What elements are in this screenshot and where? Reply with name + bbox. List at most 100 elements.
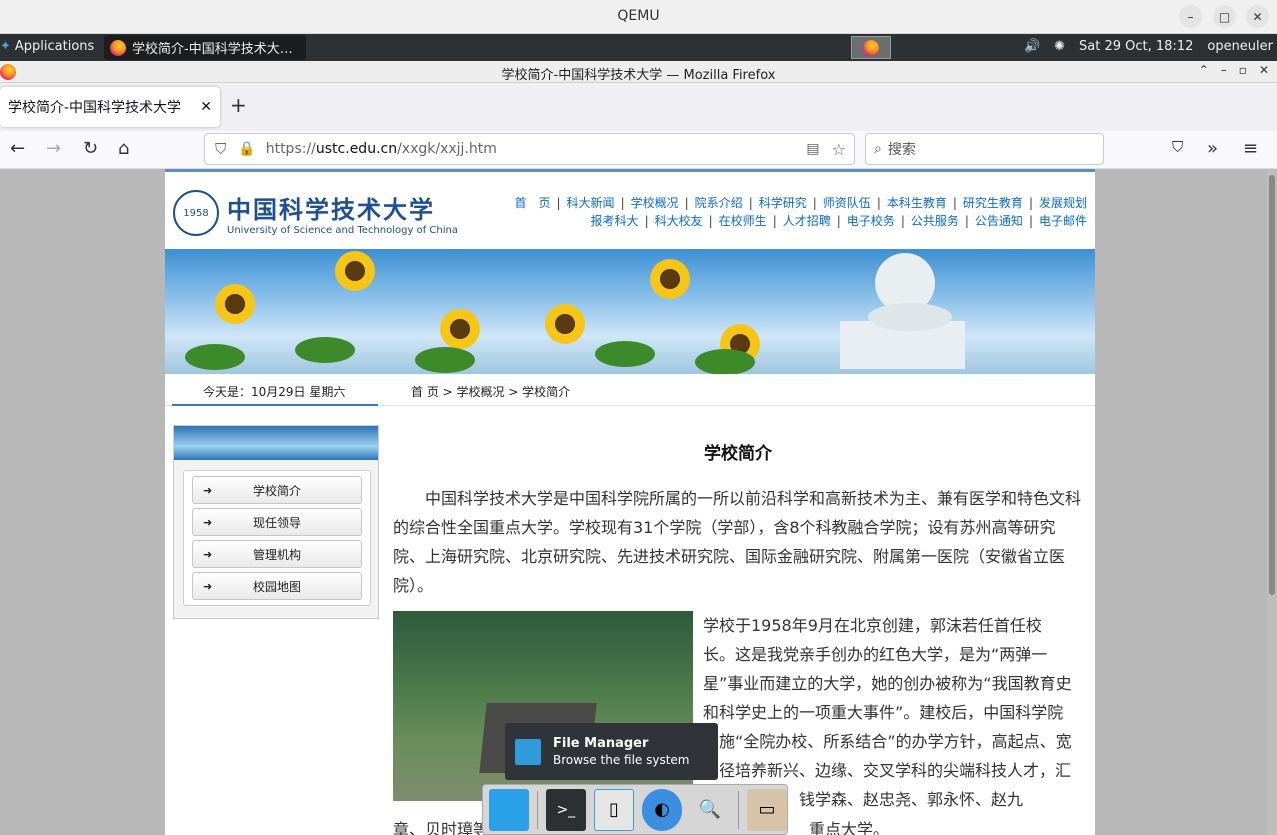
tab-active[interactable]: 学校简介-中国科学技术大学 ✕ [0,87,220,127]
applications-menu[interactable]: ✦ Applications ⋮ [0,39,111,54]
system-tray: 🔊 ✺ Sat 29 Oct, 18:12 openeuler [1024,39,1273,54]
dock-tooltip: File Manager Browse the file system [505,723,718,780]
statue-sculpture [840,253,965,369]
menu-link[interactable]: 公共服务 [911,214,959,228]
sidebar-item-map[interactable]: ➜ 校园地图 [192,572,362,600]
bookmark-star-icon[interactable]: ☆ [832,140,846,159]
menu-link[interactable]: 电子邮件 [1039,214,1087,228]
qemu-title: QEMU [617,8,660,24]
menu-link[interactable]: 公告通知 [975,214,1023,228]
sidebar-menu: ➜ 学校简介 ➜ 现任领导 ➜ 管理机构 ➜ 校园地图 [183,470,371,606]
menu-link[interactable]: 科大校友 [655,214,703,228]
file-manager-dock-icon[interactable]: ▯ [593,788,635,831]
clock[interactable]: Sat 29 Oct, 18:12 [1079,39,1193,54]
sidebar-item-intro[interactable]: ➜ 学校简介 [192,476,362,504]
menu-row-1: 首 页 | 科大新闻 | 学校概况 | 院系介绍 | 科学研究 | 师资队伍 | 本科生教育 | 研究生教育… [514,196,1087,210]
desktop-icon[interactable] [489,788,529,831]
firefox-titlebar: 学校简介-中国科学技术大学 — Mozilla Firefox ⌃ – ▫ ✕ [0,61,1277,83]
desktop-panel: ✦ Applications ⋮ 学校简介-中国科学技术大… 🔊 ✺ Sat 2… [0,34,1277,61]
navigation-bar: ← → ↻ ⌂ ⛉ 🔒 https://ustc.edu.cn/xxgk/xxj… [0,131,1277,169]
forward-button[interactable]: → [46,138,61,159]
reader-view-icon[interactable]: ▤ [806,141,819,157]
volume-icon[interactable]: 🔊 [1024,39,1040,54]
intro-paragraph: 中国科学技术大学是中国科学院所属的一所以前沿科学和高新技术为主、兼有医学和特色文… [393,489,1082,595]
menu-link[interactable]: 本科生教育 [887,196,947,210]
top-menu: 首 页 | 科大新闻 | 学校概况 | 院系介绍 | 科学研究 | 师资队伍 | 本科生教育 | 研究生教育… [514,194,1087,230]
overflow-chevron-icon[interactable]: » [1207,138,1218,159]
menu-link[interactable]: 师资队伍 [823,196,871,210]
search-placeholder: 搜索 [887,142,916,158]
breadcrumb[interactable]: 首 页 > 学校概况 > 学校简介 [411,383,570,400]
search-icon: ⌕ [874,141,882,157]
back-button[interactable]: ← [10,138,25,159]
tooltip-subtitle: Browse the file system [553,753,690,767]
menu-link[interactable]: 电子校务 [847,214,895,228]
file-manager-icon [515,738,541,765]
app-finder-icon[interactable]: 🔍 [690,788,731,831]
task-title: 学校简介-中国科学技术大… [132,42,293,57]
menu-link[interactable]: 研究生教育 [963,196,1023,210]
pocket-icon[interactable]: ⛉ [1172,138,1183,156]
terminal-icon[interactable]: >_ [545,788,586,831]
site-header: 1958 中国科学技术大学 University of Science and … [165,169,1095,247]
banner-image [165,249,1095,375]
workspace-switcher[interactable] [851,36,891,59]
menu-link[interactable]: 科学研究 [759,196,807,210]
maximize-icon[interactable]: ▫ [1239,63,1247,77]
tooltip-title: File Manager [553,736,649,751]
tab-close-icon[interactable]: ✕ [200,99,212,115]
network-icon[interactable]: ✺ [1054,39,1065,54]
user-name[interactable]: openeuler [1207,39,1273,54]
menu-link[interactable]: 在校师生 [719,214,767,228]
menu-link[interactable]: 报考科大 [591,214,639,228]
menu-link[interactable]: 科大新闻 [567,196,615,210]
minimize-button[interactable]: – [1179,5,1202,28]
minimize-icon[interactable]: – [1221,63,1227,77]
menu-link[interactable]: 首 页 [514,196,550,210]
maximize-button[interactable]: □ [1213,5,1236,28]
firefox-icon [863,39,879,56]
menu-icon[interactable]: ≡ [1243,138,1258,159]
reload-button[interactable]: ↻ [83,138,98,159]
url-path: /xxgk/xxjj.htm [397,141,497,157]
menu-link[interactable]: 人才招聘 [783,214,831,228]
university-seal-icon: 1958 [173,190,219,236]
xfce-icon: ✦ [0,39,11,54]
search-box[interactable]: ⌕ 搜索 [865,133,1104,165]
url-prefix: https:// [265,141,316,157]
new-tab-button[interactable]: + [230,93,247,117]
page-title: 学校简介 [704,444,772,464]
applications-label: Applications [14,39,95,54]
sidebar-item-leaders[interactable]: ➜ 现任领导 [192,508,362,536]
url-host: ustc.edu.cn [315,141,398,157]
qemu-titlebar: QEMU – □ ✕ [0,0,1277,34]
info-bar: 今天是：10月29日 星期六 首 页 > 学校概况 > 学校简介 [165,374,1095,406]
tab-bar: 学校简介-中国科学技术大学 ✕ + [0,83,1277,131]
main-content: 学校简介 中国科学技术大学是中国科学院所属的一所以前沿科学和高新技术为主、兼有医… [393,425,1083,835]
dock: >_ ▯ ◐ 🔍 ▭ [482,784,788,835]
close-icon[interactable]: ✕ [1259,63,1269,77]
today-date: 今天是：10月29日 星期六 [203,385,346,399]
firefox-icon [110,39,126,56]
home-button[interactable]: ⌂ [118,138,129,159]
sidebar-header [174,426,378,460]
page-scrollbar[interactable] [1267,169,1277,835]
shield-icon[interactable]: ⛉ [215,140,226,158]
folder-icon[interactable]: ▭ [747,788,787,831]
window-title: 学校简介-中国科学技术大学 — Mozilla Firefox [501,68,776,83]
taskbar-firefox[interactable]: 学校简介-中国科学技术大… [104,35,306,60]
lock-icon[interactable]: 🔒 [238,141,255,157]
menu-link[interactable]: 院系介绍 [695,196,743,210]
logo-chinese-name: 中国科学技术大学 [227,195,435,224]
sidebar-item-admin[interactable]: ➜ 管理机构 [192,540,362,568]
menu-link[interactable]: 学校概况 [631,196,679,210]
site-logo[interactable]: 1958 中国科学技术大学 University of Science and … [173,190,458,236]
tab-title: 学校简介-中国科学技术大学 [8,100,182,116]
web-browser-icon[interactable]: ◐ [642,788,683,831]
sidebar: ➜ 学校简介 ➜ 现任领导 ➜ 管理机构 ➜ 校园地图 [173,425,379,619]
menu-link[interactable]: 发展规划 [1039,196,1087,210]
menu-row-2: 报考科大 | 科大校友 | 在校师生 | 人才招聘 | 电子校务 | 公共服务 | 公告通知 | 电子邮件 [590,214,1087,228]
close-button[interactable]: ✕ [1246,5,1269,28]
chevron-up-icon[interactable]: ⌃ [1199,63,1209,77]
url-bar[interactable]: ⛉ 🔒 https://ustc.edu.cn/xxgk/xxjj.htm ▤ … [204,133,855,165]
